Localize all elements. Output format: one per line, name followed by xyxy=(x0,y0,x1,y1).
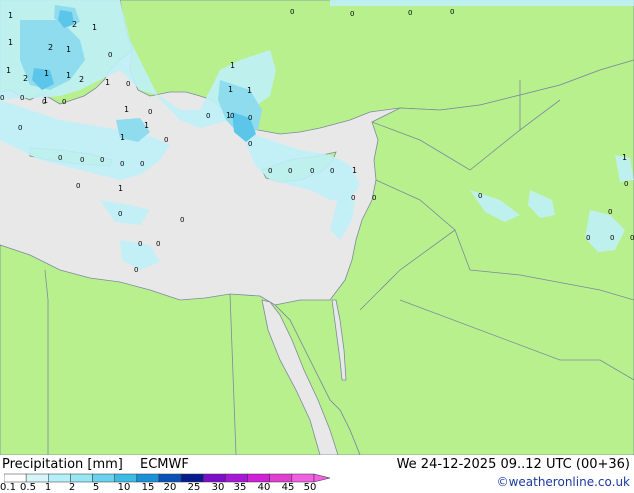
zero-value-mark: 0 xyxy=(108,51,112,59)
precip-value-label: 1 xyxy=(228,85,233,94)
precip-value-label: 1 xyxy=(144,121,149,130)
precip-value-label: 1 xyxy=(120,133,125,142)
zero-value-mark: 0 xyxy=(164,136,168,144)
zero-value-mark: 0 xyxy=(42,98,46,106)
color-scale-swatch xyxy=(25,473,49,483)
zero-value-mark: 0 xyxy=(18,124,22,132)
zero-value-mark: 0 xyxy=(288,167,292,175)
color-scale-label: 30 xyxy=(211,482,225,493)
color-scale-swatch xyxy=(180,473,204,483)
zero-value-mark: 0 xyxy=(586,234,590,242)
precip-value-label: 2 xyxy=(72,20,77,29)
color-scale-label: 1 xyxy=(44,482,52,493)
map-title: Precipitation [mm] xyxy=(2,457,123,472)
zero-value-mark: 0 xyxy=(624,180,628,188)
zero-value-mark: 0 xyxy=(138,240,142,248)
precip-value-label: 1 xyxy=(92,23,97,32)
zero-value-mark: 0 xyxy=(248,114,252,122)
color-scale-swatch xyxy=(225,473,248,483)
color-scale-label: 40 xyxy=(257,482,271,493)
color-scale-swatch xyxy=(114,473,138,483)
zero-value-mark: 0 xyxy=(0,94,4,102)
zero-value-mark: 0 xyxy=(118,210,122,218)
color-scale-label: 0.5 xyxy=(20,482,36,493)
zero-value-mark: 0 xyxy=(76,182,80,190)
zero-value-mark: 0 xyxy=(350,10,354,18)
zero-value-mark: 0 xyxy=(330,167,334,175)
zero-value-mark: 0 xyxy=(134,266,138,274)
color-scale-arrow xyxy=(313,473,330,483)
zero-value-mark: 0 xyxy=(156,240,160,248)
precip-value-label: 1 xyxy=(66,45,71,54)
precip-value-label: 1 xyxy=(352,166,357,175)
precip-value-label: 1 xyxy=(6,66,11,75)
color-scale-label: 0.1 xyxy=(0,482,16,493)
zero-value-mark: 0 xyxy=(180,216,184,224)
zero-value-mark: 0 xyxy=(206,112,210,120)
precip-value-label: 1 xyxy=(230,61,235,70)
zero-value-mark: 0 xyxy=(608,208,612,216)
zero-value-mark: 0 xyxy=(450,8,454,16)
valid-time: We 24-12-2025 09..12 UTC (00+36) xyxy=(396,457,630,472)
zero-value-mark: 0 xyxy=(610,234,614,242)
color-scale-label: 2 xyxy=(68,482,76,493)
zero-value-mark: 0 xyxy=(80,156,84,164)
zero-value-mark: 0 xyxy=(230,112,234,120)
zero-value-mark: 0 xyxy=(248,140,252,148)
color-scale-label: 25 xyxy=(187,482,201,493)
precip-value-label: 2 xyxy=(48,43,53,52)
zero-value-mark: 0 xyxy=(120,160,124,168)
zero-value-mark: 0 xyxy=(100,156,104,164)
precip-value-label: 1 xyxy=(44,69,49,78)
precip-value-label: 2 xyxy=(23,74,28,83)
color-scale-swatch xyxy=(158,473,182,483)
color-scale-swatch xyxy=(48,473,71,483)
map-footer: Precipitation [mm] ECMWF We 24-12-2025 0… xyxy=(0,455,634,493)
zero-value-mark: 0 xyxy=(372,194,376,202)
color-scale-swatch xyxy=(70,473,93,483)
color-scale-swatch xyxy=(247,473,270,483)
precipitation-map: 12 112 11 1 1212 111111 11111 0 0 0 000 0 0 000 0 0000… xyxy=(0,0,634,455)
zero-value-mark: 0 xyxy=(408,9,412,17)
precip-value-label: 1 xyxy=(66,71,71,80)
precip-value-label: 1 xyxy=(8,38,13,47)
zero-value-mark: 0 xyxy=(140,160,144,168)
color-scale-swatch xyxy=(136,473,160,483)
color-scale-swatch xyxy=(203,473,226,483)
zero-value-mark: 0 xyxy=(126,80,130,88)
color-scale-swatch xyxy=(92,473,115,483)
color-scale-label: 50 xyxy=(303,482,317,493)
credit-link[interactable]: ©weatheronline.co.uk xyxy=(497,475,630,489)
zero-value-mark: 0 xyxy=(630,234,634,242)
zero-value-mark: 0 xyxy=(290,8,294,16)
precip-value-label: 1 xyxy=(622,153,627,162)
precip-value-label: 1 xyxy=(124,105,129,114)
color-scale-label: 5 xyxy=(92,482,100,493)
zero-value-mark: 0 xyxy=(62,98,66,106)
precip-value-label: 1 xyxy=(118,184,123,193)
color-scale-label: 15 xyxy=(141,482,155,493)
color-scale-label: 45 xyxy=(281,482,295,493)
color-scale-swatch xyxy=(269,473,293,483)
model-name: ECMWF xyxy=(140,457,189,472)
precip-value-label: 2 xyxy=(79,75,84,84)
zero-value-mark: 0 xyxy=(148,108,152,116)
precip-value-label: 1 xyxy=(247,86,252,95)
zero-value-mark: 0 xyxy=(351,194,355,202)
color-scale-swatch xyxy=(291,473,315,483)
zero-value-mark: 0 xyxy=(20,94,24,102)
precip-value-label: 1 xyxy=(8,11,13,20)
zero-value-mark: 0 xyxy=(268,167,272,175)
zero-value-mark: 0 xyxy=(58,154,62,162)
zero-value-mark: 0 xyxy=(310,167,314,175)
color-scale-labels: 0.1 0.5 1 2 5 10 15 20 25 30 35 40 45 50 xyxy=(0,482,330,493)
zero-value-mark: 0 xyxy=(478,192,482,200)
precip-value-label: 1 xyxy=(105,78,110,87)
color-scale-label: 10 xyxy=(117,482,131,493)
color-scale-label: 20 xyxy=(163,482,177,493)
color-scale-swatch xyxy=(4,473,27,483)
color-scale-label: 35 xyxy=(233,482,247,493)
